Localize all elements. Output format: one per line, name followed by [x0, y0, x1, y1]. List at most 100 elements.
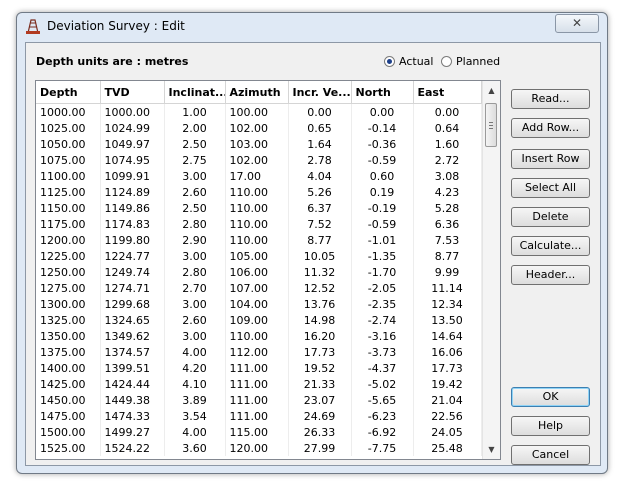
table-cell[interactable]: 100.00: [225, 103, 289, 120]
table-cell[interactable]: 17.73: [413, 360, 482, 376]
actual-radio-button[interactable]: [384, 56, 395, 67]
table-cell[interactable]: -0.14: [351, 120, 414, 136]
table-cell[interactable]: 1074.95: [100, 152, 165, 168]
table-row[interactable]: 1225.00 1224.77 3.00 105.00 10.05 -1.35 8.77: [36, 248, 482, 264]
table-cell[interactable]: 4.04: [288, 168, 352, 184]
table-row[interactable]: 1075.00 1074.95 2.75 102.00 2.78 -0.59 2.72: [36, 152, 482, 168]
table-cell[interactable]: 1.64: [288, 136, 352, 152]
survey-table[interactable]: Depth TVD Inclinat... Azimuth Incr. Ve..…: [35, 80, 501, 460]
table-cell[interactable]: 1125.00: [36, 184, 101, 200]
table-cell[interactable]: 1474.33: [100, 408, 165, 424]
table-cell[interactable]: 111.00: [225, 408, 289, 424]
column-header-inclination[interactable]: Inclinat...: [164, 81, 226, 104]
table-cell[interactable]: -4.37: [351, 360, 414, 376]
table-cell[interactable]: 12.52: [288, 280, 352, 296]
delete-button[interactable]: Delete: [511, 207, 590, 227]
table-row[interactable]: 1450.00 1449.38 3.89 111.00 23.07 -5.65 21.04: [36, 392, 482, 408]
table-cell[interactable]: 25.48: [413, 440, 482, 456]
table-cell[interactable]: 3.00: [164, 296, 226, 312]
table-cell[interactable]: 7.52: [288, 216, 352, 232]
vertical-scrollbar[interactable]: ▲ ▼: [482, 81, 500, 459]
table-cell[interactable]: 1000.00: [36, 103, 101, 120]
table-cell[interactable]: 1025.00: [36, 120, 101, 136]
table-cell[interactable]: 1300.00: [36, 296, 101, 312]
table-row[interactable]: 1400.00 1399.51 4.20 111.00 19.52 -4.37 17.73: [36, 360, 482, 376]
column-header-east[interactable]: East: [413, 81, 482, 104]
table-cell[interactable]: -6.23: [351, 408, 414, 424]
table-cell[interactable]: -0.59: [351, 216, 414, 232]
table-cell[interactable]: 111.00: [225, 360, 289, 376]
table-cell[interactable]: 1100.00: [36, 168, 101, 184]
table-cell[interactable]: 1399.51: [100, 360, 165, 376]
table-cell[interactable]: 11.32: [288, 264, 352, 280]
table-cell[interactable]: 6.36: [413, 216, 482, 232]
table-cell[interactable]: 8.77: [413, 248, 482, 264]
table-row[interactable]: 1325.00 1324.65 2.60 109.00 14.98 -2.74 13.50: [36, 312, 482, 328]
table-cell[interactable]: 5.28: [413, 200, 482, 216]
table-cell[interactable]: 2.60: [164, 312, 226, 328]
table-cell[interactable]: 4.20: [164, 360, 226, 376]
table-cell[interactable]: 106.00: [225, 264, 289, 280]
table-cell[interactable]: 107.00: [225, 280, 289, 296]
table-row[interactable]: 1100.00 1099.91 3.00 17.00 4.04 0.60 3.08: [36, 168, 482, 184]
table-cell[interactable]: 110.00: [225, 216, 289, 232]
table-cell[interactable]: -0.19: [351, 200, 414, 216]
table-cell[interactable]: 102.00: [225, 120, 289, 136]
table-cell[interactable]: 16.06: [413, 344, 482, 360]
table-cell[interactable]: 0.60: [351, 168, 414, 184]
table-cell[interactable]: 14.64: [413, 328, 482, 344]
table-cell[interactable]: 2.75: [164, 152, 226, 168]
table-cell[interactable]: 2.70: [164, 280, 226, 296]
table-cell[interactable]: 1524.22: [100, 440, 165, 456]
table-cell[interactable]: 1499.27: [100, 424, 165, 440]
table-cell[interactable]: 6.37: [288, 200, 352, 216]
table-cell[interactable]: 3.00: [164, 248, 226, 264]
table-cell[interactable]: 1325.00: [36, 312, 101, 328]
table-cell[interactable]: 1224.77: [100, 248, 165, 264]
table-cell[interactable]: 2.80: [164, 264, 226, 280]
table-cell[interactable]: 4.10: [164, 376, 226, 392]
table-cell[interactable]: -2.05: [351, 280, 414, 296]
table-cell[interactable]: 1425.00: [36, 376, 101, 392]
table-cell[interactable]: 104.00: [225, 296, 289, 312]
table-cell[interactable]: 102.00: [225, 152, 289, 168]
table-cell[interactable]: -5.02: [351, 376, 414, 392]
table-cell[interactable]: -7.75: [351, 440, 414, 456]
table-cell[interactable]: 1124.89: [100, 184, 165, 200]
close-button[interactable]: ✕: [555, 14, 599, 33]
add-row-button[interactable]: Add Row...: [511, 118, 590, 138]
table-cell[interactable]: 2.50: [164, 136, 226, 152]
table-row[interactable]: 1500.00 1499.27 4.00 115.00 26.33 -6.92 24.05: [36, 424, 482, 440]
table-cell[interactable]: 1449.38: [100, 392, 165, 408]
table-cell[interactable]: 1275.00: [36, 280, 101, 296]
table-cell[interactable]: 3.08: [413, 168, 482, 184]
table-cell[interactable]: 111.00: [225, 376, 289, 392]
table-cell[interactable]: 1450.00: [36, 392, 101, 408]
header-button[interactable]: Header...: [511, 265, 590, 285]
table-row[interactable]: 1375.00 1374.57 4.00 112.00 17.73 -3.73 16.06: [36, 344, 482, 360]
table-cell[interactable]: 10.05: [288, 248, 352, 264]
table-cell[interactable]: 22.56: [413, 408, 482, 424]
table-cell[interactable]: 1250.00: [36, 264, 101, 280]
table-cell[interactable]: 1.60: [413, 136, 482, 152]
table-cell[interactable]: 13.50: [413, 312, 482, 328]
table-cell[interactable]: 1200.00: [36, 232, 101, 248]
table-cell[interactable]: 1500.00: [36, 424, 101, 440]
insert-row-button[interactable]: Insert Row: [511, 149, 590, 169]
table-cell[interactable]: 19.52: [288, 360, 352, 376]
table-row[interactable]: 1300.00 1299.68 3.00 104.00 13.76 -2.35 12.34: [36, 296, 482, 312]
table-cell[interactable]: 105.00: [225, 248, 289, 264]
table-cell[interactable]: 3.60: [164, 440, 226, 456]
table-cell[interactable]: 24.69: [288, 408, 352, 424]
table-cell[interactable]: 2.80: [164, 216, 226, 232]
table-cell[interactable]: 4.23: [413, 184, 482, 200]
column-header-azimuth[interactable]: Azimuth: [225, 81, 289, 104]
table-cell[interactable]: 115.00: [225, 424, 289, 440]
table-cell[interactable]: 9.99: [413, 264, 482, 280]
planned-radio[interactable]: Planned: [441, 55, 500, 68]
table-cell[interactable]: 3.54: [164, 408, 226, 424]
table-cell[interactable]: 1149.86: [100, 200, 165, 216]
table-cell[interactable]: 2.78: [288, 152, 352, 168]
table-cell[interactable]: 0.65: [288, 120, 352, 136]
table-cell[interactable]: 12.34: [413, 296, 482, 312]
